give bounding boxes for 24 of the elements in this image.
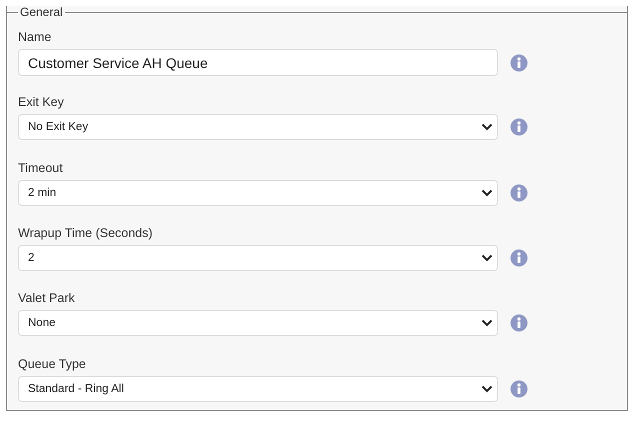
info-icon[interactable] — [510, 314, 528, 332]
name-input[interactable]: Customer Service AH Queue — [18, 49, 498, 76]
dropdown-select[interactable]: No Exit Key — [18, 114, 498, 140]
dropdown-select[interactable]: 2 — [18, 244, 498, 271]
field-label: Valet Park — [18, 291, 75, 306]
field-label: Name — [18, 30, 52, 45]
dropdown-select[interactable]: None — [18, 310, 498, 336]
info-icon[interactable] — [510, 118, 528, 136]
info-icon[interactable] — [510, 380, 528, 398]
chevron-down-icon — [481, 188, 493, 197]
chevron-down-icon — [481, 384, 493, 393]
info-icon[interactable] — [510, 184, 528, 202]
field-label: Wrapup Time (Seconds) — [18, 226, 153, 241]
field-label: Exit Key — [18, 95, 64, 110]
dropdown-select[interactable]: Standard - Ring All — [18, 376, 498, 402]
field-label: Queue Type — [18, 356, 86, 372]
chevron-down-icon — [481, 319, 493, 328]
section-legend: General — [18, 6, 65, 18]
dropdown-select[interactable]: 2 min — [18, 180, 498, 206]
field-label: Timeout — [18, 160, 63, 176]
info-icon[interactable] — [510, 248, 528, 267]
info-icon[interactable] — [510, 54, 528, 72]
chevron-down-icon — [481, 254, 493, 262]
chevron-down-icon — [481, 123, 493, 132]
